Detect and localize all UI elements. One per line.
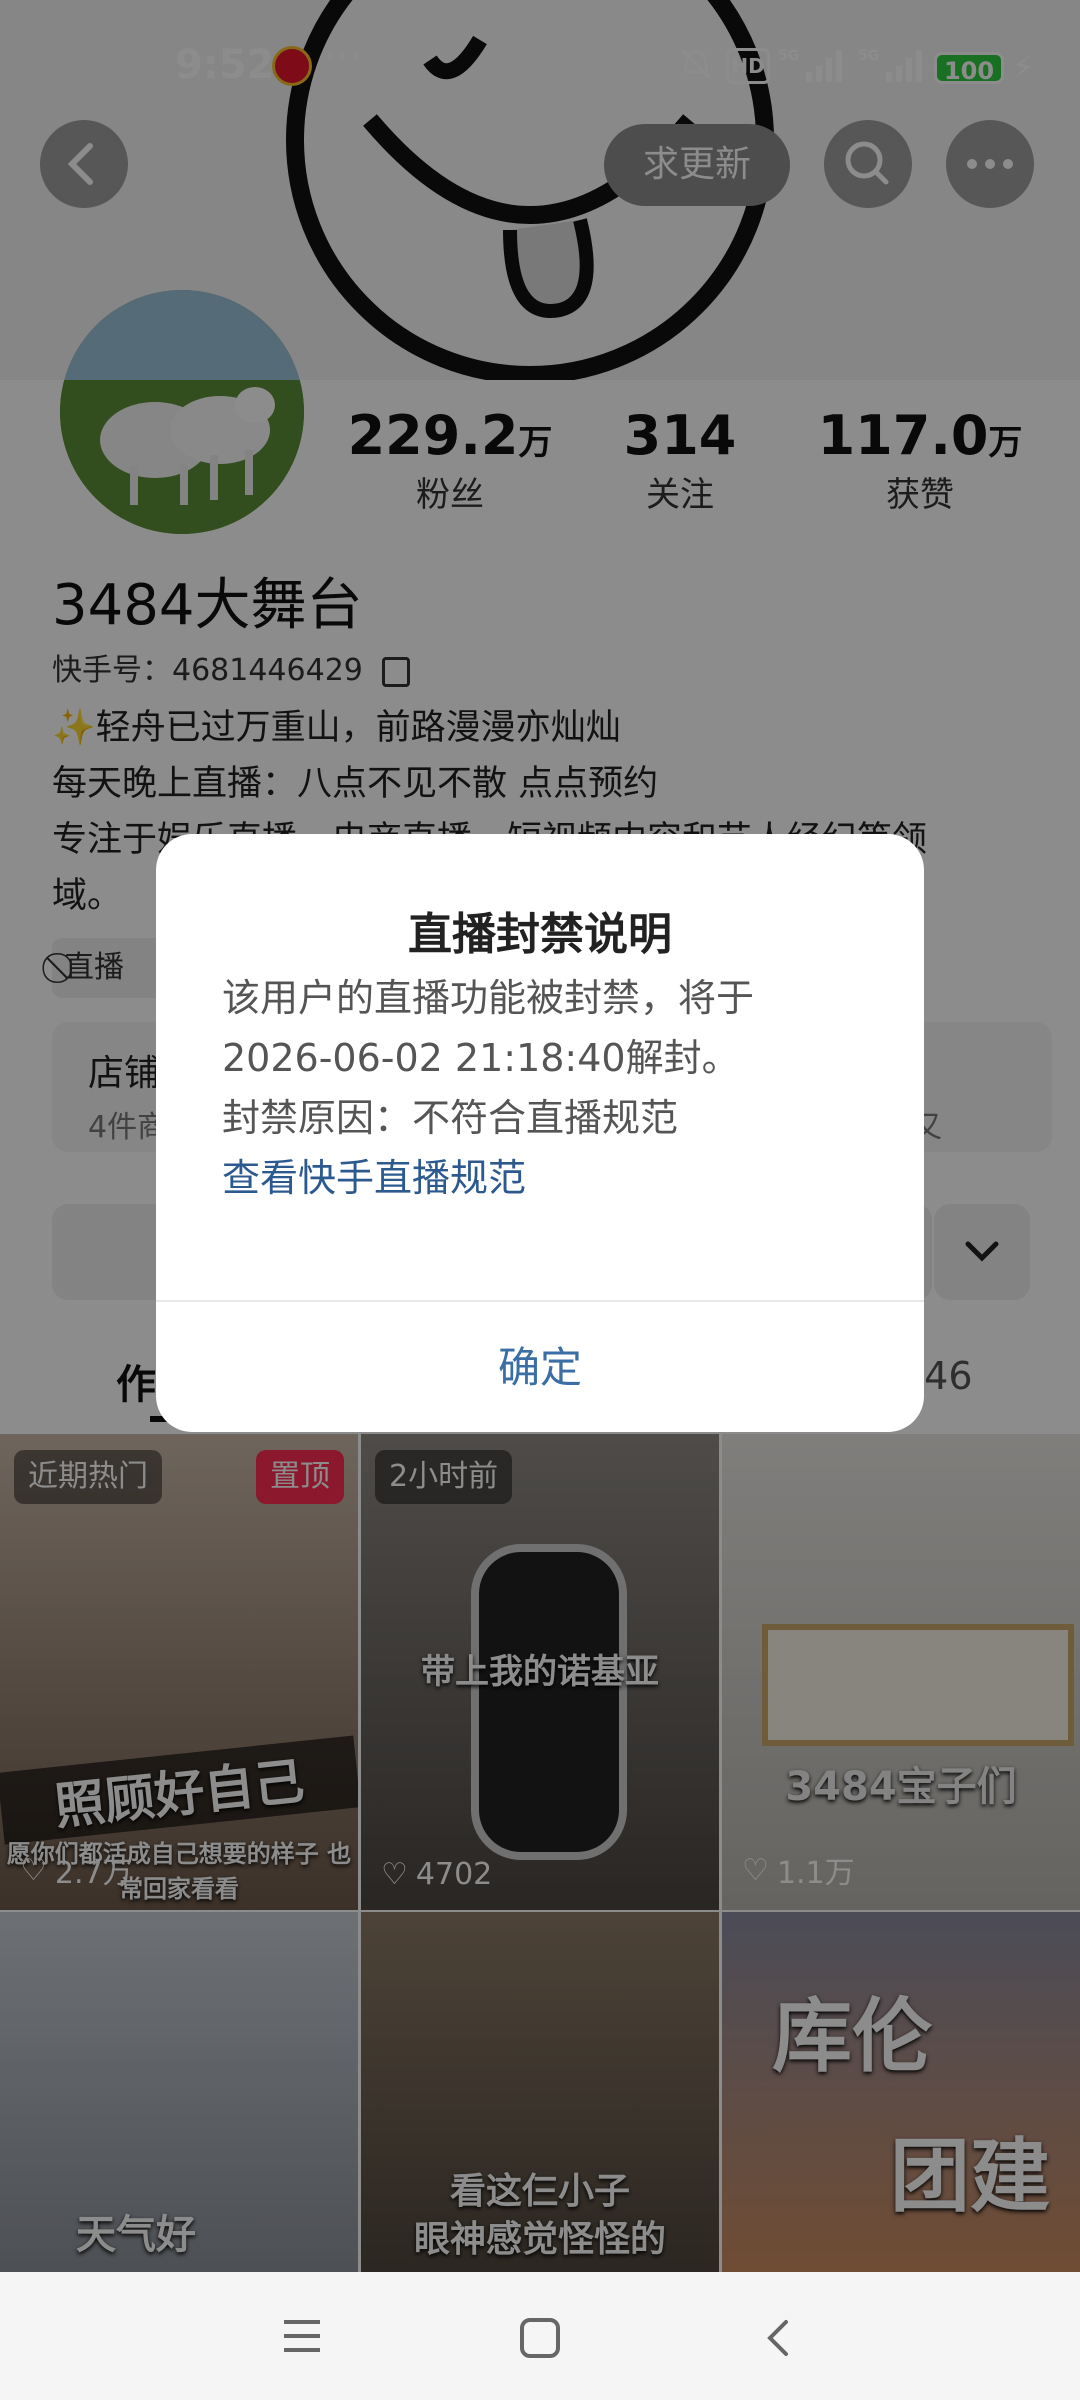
dialog-ban-reason: 封禁原因：不符合直播规范: [222, 1096, 679, 1140]
stat-likes[interactable]: 117.0万 获赞: [810, 404, 1030, 516]
likes-unit: 万: [988, 423, 1023, 463]
username: 3484大舞台: [52, 573, 363, 638]
chevron-down-icon: [965, 1241, 999, 1262]
bell-off-icon: [680, 48, 712, 80]
confirm-button[interactable]: 确定: [156, 1304, 924, 1432]
likes-count: 117.0: [817, 404, 989, 467]
like-count-text: 4702: [415, 1857, 493, 1892]
lamb-avatar-image: [60, 290, 304, 534]
video-caption: 天气好: [76, 2212, 196, 2258]
expand-button[interactable]: [934, 1204, 1030, 1300]
search-button[interactable]: [824, 120, 912, 208]
heart-icon: ♡: [20, 1852, 47, 1888]
copy-icon[interactable]: [382, 656, 411, 687]
dialog-divider: [156, 1300, 924, 1302]
like-count-text: 1.1万: [776, 1856, 855, 1891]
live-chip-label: 直播: [64, 950, 124, 985]
home-icon[interactable]: [518, 2316, 562, 2360]
fans-unit: 万: [518, 423, 553, 463]
view-rules-link[interactable]: 查看快手直播规范: [222, 1152, 872, 1204]
kuaishou-id-text: 快手号：4681446429: [52, 653, 363, 688]
status-time: 9:52: [175, 42, 275, 88]
video-grid: 近期热门 置顶 照顾好自己 愿你们都活成自己想要的样子 也常回家看看 ♡ 2.7万…: [0, 1434, 1080, 2388]
signal-icon: 5G: [858, 48, 922, 82]
back-arrow-icon: [67, 143, 93, 185]
calligraphy-image: [762, 1624, 1074, 1746]
following-label: 关注: [646, 475, 714, 515]
dialog-ban-line: 该用户的直播功能被封禁，将于: [222, 976, 755, 1020]
video-caption: 眼神感觉怪怪的: [413, 2219, 666, 2260]
stat-value: 314: [580, 404, 780, 467]
like-count-text: 2.7万: [54, 1856, 133, 1891]
heart-icon: ♡: [742, 1852, 769, 1888]
stat-value: 229.2万: [340, 404, 560, 467]
network-label: 5G: [778, 48, 799, 64]
dialog-unban-time: 2026-06-02 21:18:40解封。: [222, 1036, 740, 1080]
video-caption: 照顾好自己: [0, 1735, 358, 1845]
nokia-phone-image: [471, 1544, 627, 1860]
time-tag: 2小时前: [375, 1450, 513, 1504]
stat-following[interactable]: 314 关注: [580, 404, 780, 516]
fans-count: 229.2: [347, 404, 519, 467]
video-caption: 带上我的诺基亚: [421, 1652, 659, 1692]
bio-line: 每天晚上直播：八点不见不散 点点预约: [52, 764, 659, 804]
likes-label: 获赞: [886, 475, 954, 515]
fans-label: 粉丝: [416, 475, 484, 515]
hot-tag: 近期热门: [14, 1450, 162, 1504]
pinned-tag: 置顶: [256, 1450, 344, 1504]
like-count: ♡ 4702: [381, 1857, 492, 1892]
request-update-button[interactable]: 求更新: [604, 124, 790, 206]
avatar[interactable]: [60, 290, 304, 534]
menu-icon[interactable]: [280, 2316, 324, 2356]
like-count: ♡ 2.7万: [20, 1848, 133, 1892]
video-card[interactable]: 近期热门 置顶 照顾好自己 愿你们都活成自己想要的样子 也常回家看看 ♡ 2.7万: [0, 1434, 358, 1910]
signal-icon: 5G: [778, 48, 842, 82]
dialog-body: 该用户的直播功能被封禁，将于 2026-06-02 21:18:40解封。 封禁…: [222, 972, 872, 1204]
system-nav-bar: [0, 2272, 1080, 2400]
weibo-notification-icon: [272, 46, 312, 86]
battery-indicator: 100: [934, 52, 1004, 85]
status-bar: 9:52 ··· HD 5G 5G 100 ⚡: [0, 0, 1080, 130]
more-notifications-icon: ···: [324, 34, 363, 80]
search-icon: [845, 141, 889, 185]
more-icon: [967, 159, 1013, 169]
back-nav-icon[interactable]: [756, 2316, 800, 2360]
like-count: ♡ 1.1万: [742, 1848, 855, 1892]
charging-icon: ⚡: [1012, 48, 1035, 86]
live-ban-chip[interactable]: ⃠直播: [52, 938, 172, 998]
hd-voice-badge: HD: [726, 48, 770, 84]
back-button[interactable]: [40, 120, 128, 208]
live-ban-dialog: 直播封禁说明 该用户的直播功能被封禁，将于 2026-06-02 21:18:4…: [156, 834, 924, 1432]
video-caption: 看这仨小子: [449, 2171, 630, 2212]
kuaishou-id: 快手号：4681446429: [52, 645, 411, 689]
bio-line: ✨轻舟已过万重山，前路漫漫亦灿灿: [52, 708, 621, 748]
video-card[interactable]: 2小时前 带上我的诺基亚 ♡ 4702: [361, 1434, 719, 1910]
dialog-title: 直播封禁说明: [408, 909, 672, 960]
following-count: 314: [623, 404, 737, 467]
stat-fans[interactable]: 229.2万 粉丝: [340, 404, 560, 516]
video-caption: 3484宝子们: [785, 1764, 1017, 1810]
video-card[interactable]: 3484宝子们 ♡ 1.1万: [722, 1434, 1080, 1910]
video-caption: 团建: [890, 2130, 1050, 2223]
video-caption: 库伦: [772, 1990, 932, 2083]
more-button[interactable]: [946, 120, 1034, 208]
network-label: 5G: [858, 48, 879, 64]
heart-icon: ♡: [381, 1857, 408, 1892]
stat-value: 117.0万: [810, 404, 1030, 467]
tab-works[interactable]: 作: [116, 1352, 156, 1410]
shop-title: 店铺: [88, 1053, 161, 1094]
